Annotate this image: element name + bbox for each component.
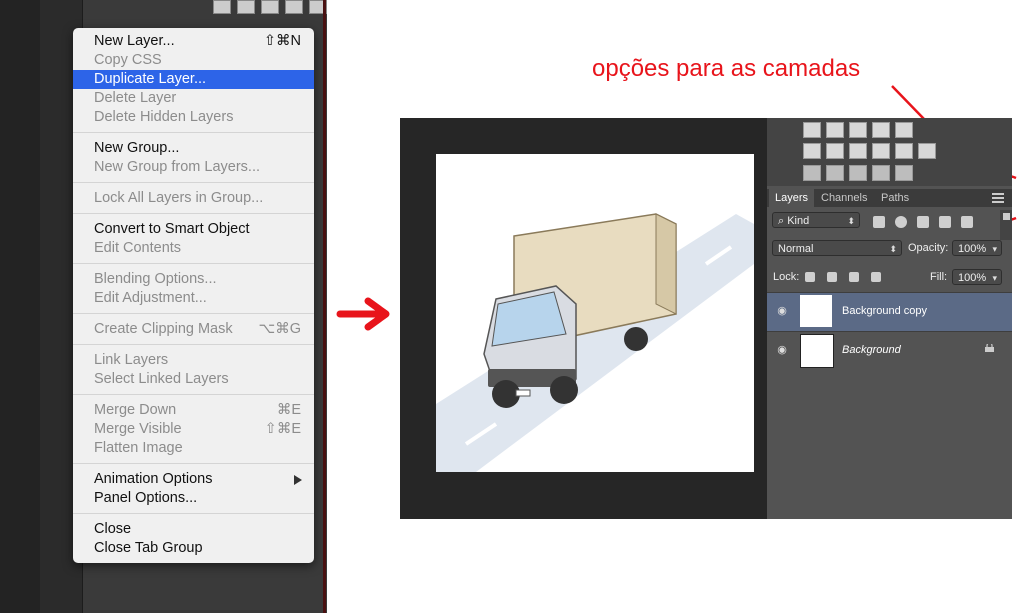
layer-thumbnail [800, 334, 834, 368]
opacity-field[interactable]: 100% ▾ [952, 240, 1002, 256]
chevron-updown-icon: ⬍ [847, 216, 855, 226]
adjustments-icons [767, 118, 1012, 186]
fill-field[interactable]: 100% ▾ [952, 269, 1002, 285]
brightness-icon[interactable] [803, 122, 821, 138]
fill-value: 100% [958, 272, 987, 284]
opacity-value: 100% [958, 243, 987, 255]
curves-icon[interactable] [849, 122, 867, 138]
lock-position-icon[interactable] [849, 272, 859, 282]
vibrance-icon[interactable] [895, 122, 913, 138]
lock-all-icon[interactable] [871, 272, 881, 282]
gradient-map-icon[interactable] [895, 165, 913, 181]
lock-image-icon[interactable] [827, 272, 837, 282]
eye-icon[interactable]: ◉ [775, 306, 789, 317]
lock-label: Lock: [773, 271, 800, 283]
chevron-down-icon[interactable]: ▾ [992, 270, 997, 286]
photo-filter-icon[interactable] [872, 143, 890, 159]
color-balance-icon[interactable] [826, 143, 844, 159]
layer-row-background[interactable]: ◉ Background [767, 331, 1012, 370]
fill-label: Fill: [930, 271, 948, 283]
levels-icon[interactable] [826, 122, 844, 138]
photoshop-screenshot: Layers Channels Paths ⌕ Kind ⬍ Normal ⬍ … [400, 118, 1012, 519]
hue-saturation-icon[interactable] [803, 143, 821, 159]
filter-pixel-icon[interactable] [873, 216, 885, 228]
filter-kind-select[interactable]: ⌕ Kind ⬍ [772, 212, 860, 228]
tab-channels[interactable]: Channels [815, 189, 873, 207]
layer-name: Background copy [842, 305, 927, 317]
channel-mixer-icon[interactable] [895, 143, 913, 159]
blend-mode-value: Normal [778, 243, 814, 255]
search-icon: ⌕ [778, 215, 788, 227]
tab-layers[interactable]: Layers [769, 189, 815, 207]
filter-shape-icon[interactable] [939, 216, 951, 228]
chevron-updown-icon: ⬍ [889, 244, 897, 254]
layer-name: Background [842, 344, 901, 356]
tab-paths[interactable]: Paths [875, 189, 915, 207]
document-canvas[interactable] [436, 154, 754, 472]
lock-icon [985, 344, 994, 352]
invert-icon[interactable] [803, 165, 821, 181]
color-lookup-icon[interactable] [918, 143, 936, 159]
truck-image [436, 213, 754, 472]
threshold-icon[interactable] [849, 165, 867, 181]
filter-type-icon[interactable] [917, 216, 929, 228]
red-arrow-icon [336, 297, 390, 331]
opacity-label: Opacity: [908, 242, 949, 254]
layer-thumbnail [800, 295, 832, 327]
lock-transparent-icon[interactable] [805, 272, 815, 282]
layers-panel-group: Layers Channels Paths ⌕ Kind ⬍ Normal ⬍ … [767, 118, 1012, 519]
filter-adjustment-icon[interactable] [895, 216, 907, 228]
exposure-icon[interactable] [872, 122, 890, 138]
blend-mode-select[interactable]: Normal ⬍ [772, 240, 902, 256]
selective-color-icon[interactable] [872, 165, 890, 181]
panel-menu-icon[interactable] [992, 193, 1004, 203]
scrollbar[interactable] [1000, 210, 1012, 240]
black-white-icon[interactable] [849, 143, 867, 159]
filter-kind-label: Kind [787, 215, 810, 227]
eye-icon[interactable]: ◉ [775, 345, 789, 356]
panel-tabs: Layers Channels Paths [767, 189, 1012, 207]
filter-smart-object-icon[interactable] [961, 216, 973, 228]
layer-row-background-copy[interactable]: ◉ Background copy [767, 292, 1012, 331]
chevron-down-icon[interactable]: ▾ [992, 241, 997, 257]
posterize-icon[interactable] [826, 165, 844, 181]
